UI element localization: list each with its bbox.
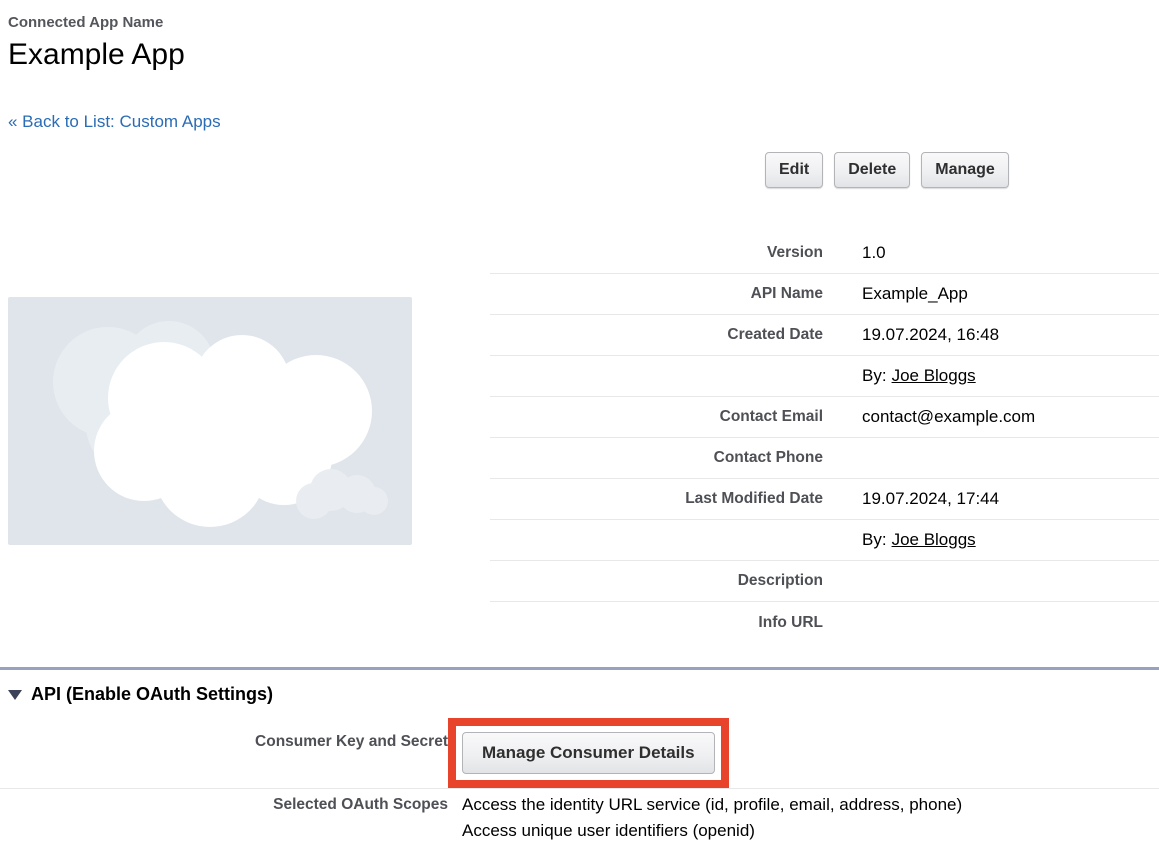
oauth-section-title: API (Enable OAuth Settings) [31, 684, 273, 705]
field-label: API Name [490, 285, 823, 303]
modified-by-user-link[interactable]: Joe Bloggs [892, 530, 976, 549]
field-row-created-by: By: Joe Bloggs [490, 356, 1159, 397]
manage-button[interactable]: Manage [921, 152, 1009, 188]
field-value: Example_App [823, 284, 968, 304]
cloud-shape [360, 487, 388, 515]
field-row-modified-by: By: Joe Bloggs [490, 520, 1159, 561]
created-by-user-link[interactable]: Joe Bloggs [892, 366, 976, 385]
by-prefix: By: [862, 530, 887, 549]
section-divider [0, 667, 1159, 670]
field-value: contact@example.com [823, 407, 1035, 427]
consumer-key-label: Consumer Key and Secret [0, 716, 448, 751]
oauth-section-header: API (Enable OAuth Settings) [8, 684, 273, 705]
field-value: 19.07.2024, 16:48 [823, 325, 999, 345]
field-label: Created Date [490, 326, 823, 344]
toolbar: Edit Delete Manage [765, 152, 1009, 188]
field-value: 1.0 [823, 243, 886, 263]
field-row-contact-phone: Contact Phone [490, 438, 1159, 479]
field-value: 19.07.2024, 17:44 [823, 489, 999, 509]
field-value: By: Joe Bloggs [823, 366, 976, 386]
field-row-info-url: Info URL [490, 602, 1159, 643]
entity-type-label: Connected App Name [8, 14, 163, 31]
oauth-scopes-label: Selected OAuth Scopes [0, 790, 448, 814]
field-row-version: Version 1.0 [490, 233, 1159, 274]
field-value: By: Joe Bloggs [823, 530, 976, 550]
field-label: Info URL [490, 614, 823, 632]
oauth-scopes-values: Access the identity URL service (id, pro… [462, 790, 962, 844]
consumer-key-row: Consumer Key and Secret Manage Consumer … [0, 716, 1159, 789]
field-label: Contact Email [490, 408, 823, 426]
edit-button[interactable]: Edit [765, 152, 823, 188]
field-label: Description [490, 572, 823, 590]
cloud-illustration [8, 297, 412, 545]
page-title: Example App [8, 38, 185, 72]
back-to-list-link[interactable]: « Back to List: Custom Apps [8, 112, 221, 132]
field-row-api-name: API Name Example_App [490, 274, 1159, 315]
oauth-scope-item: Access unique user identifiers (openid) [462, 818, 962, 844]
field-label: Contact Phone [490, 449, 823, 467]
red-highlight-annotation: Manage Consumer Details [448, 718, 729, 788]
cloud-shape [296, 483, 332, 519]
by-prefix: By: [862, 366, 887, 385]
delete-button[interactable]: Delete [834, 152, 910, 188]
manage-consumer-details-button[interactable]: Manage Consumer Details [462, 732, 715, 774]
collapse-triangle-icon[interactable] [8, 690, 22, 700]
field-row-created-date: Created Date 19.07.2024, 16:48 [490, 315, 1159, 356]
field-row-contact-email: Contact Email contact@example.com [490, 397, 1159, 438]
field-label: Version [490, 244, 823, 262]
oauth-scopes-row: Selected OAuth Scopes Access the identit… [0, 790, 1159, 844]
field-row-last-modified-date: Last Modified Date 19.07.2024, 17:44 [490, 479, 1159, 520]
oauth-scope-item: Access the identity URL service (id, pro… [462, 792, 962, 818]
field-row-description: Description [490, 561, 1159, 602]
detail-field-table: Version 1.0 API Name Example_App Created… [490, 233, 1159, 643]
field-label: Last Modified Date [490, 490, 823, 508]
